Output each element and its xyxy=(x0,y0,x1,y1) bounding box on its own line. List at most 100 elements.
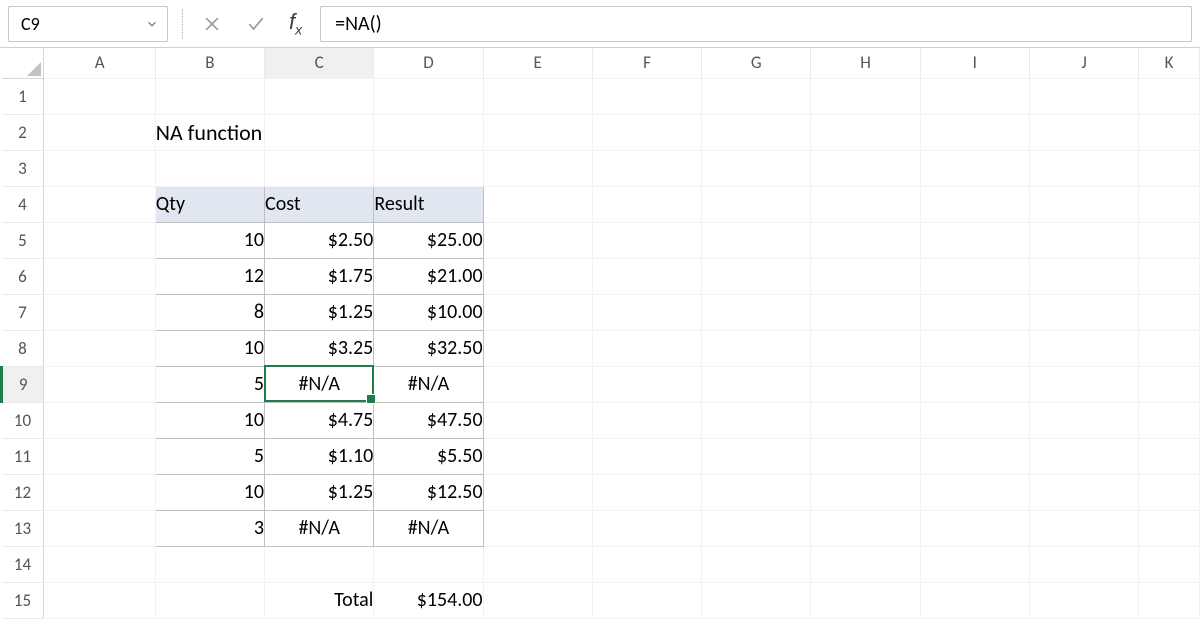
cell[interactable] xyxy=(44,150,155,186)
cell[interactable] xyxy=(483,258,592,294)
cell[interactable] xyxy=(44,402,155,438)
cell[interactable] xyxy=(483,330,592,366)
cell[interactable] xyxy=(483,510,592,546)
cell[interactable] xyxy=(702,222,811,258)
cell[interactable] xyxy=(920,546,1029,582)
cell[interactable] xyxy=(811,78,920,114)
cell[interactable] xyxy=(155,150,264,186)
cell[interactable] xyxy=(592,582,701,618)
cell[interactable] xyxy=(811,186,920,222)
row-header-15[interactable]: 15 xyxy=(2,582,44,618)
cell[interactable] xyxy=(920,438,1029,474)
cell[interactable] xyxy=(920,186,1029,222)
cell[interactable] xyxy=(702,510,811,546)
cell[interactable] xyxy=(702,582,811,618)
row-header-8[interactable]: 8 xyxy=(2,330,44,366)
cell[interactable] xyxy=(483,474,592,510)
cell[interactable] xyxy=(702,402,811,438)
cell[interactable] xyxy=(44,546,155,582)
cell[interactable] xyxy=(920,222,1029,258)
cell[interactable] xyxy=(44,366,155,402)
col-header-I[interactable]: I xyxy=(920,48,1029,78)
cost-cell[interactable]: $3.25 xyxy=(265,330,374,366)
cell[interactable] xyxy=(483,582,592,618)
row-header-5[interactable]: 5 xyxy=(2,222,44,258)
cell[interactable] xyxy=(592,510,701,546)
select-all-corner[interactable] xyxy=(2,48,44,78)
cell[interactable] xyxy=(702,330,811,366)
cell[interactable] xyxy=(702,186,811,222)
qty-cell[interactable]: 10 xyxy=(155,402,264,438)
cell[interactable] xyxy=(592,78,701,114)
cell[interactable] xyxy=(44,258,155,294)
cell[interactable] xyxy=(1139,402,1200,438)
row-header-10[interactable]: 10 xyxy=(2,402,44,438)
result-cell[interactable]: $21.00 xyxy=(374,258,483,294)
cell[interactable] xyxy=(1139,258,1200,294)
cost-cell[interactable]: $2.50 xyxy=(265,222,374,258)
cell[interactable] xyxy=(920,78,1029,114)
page-title[interactable]: NA function xyxy=(155,114,264,150)
qty-cell[interactable]: 8 xyxy=(155,294,264,330)
cell[interactable] xyxy=(1139,438,1200,474)
qty-cell[interactable]: 10 xyxy=(155,222,264,258)
cell[interactable] xyxy=(1029,438,1138,474)
qty-cell[interactable]: 10 xyxy=(155,330,264,366)
grid[interactable]: ABCDEFGHIJK 12NA function34QtyCostResult… xyxy=(0,48,1200,619)
cell[interactable] xyxy=(592,186,701,222)
qty-cell[interactable]: 10 xyxy=(155,474,264,510)
row-header-14[interactable]: 14 xyxy=(2,546,44,582)
cell[interactable] xyxy=(1029,582,1138,618)
cell[interactable] xyxy=(702,474,811,510)
row-header-3[interactable]: 3 xyxy=(2,150,44,186)
cell[interactable] xyxy=(265,546,374,582)
cell[interactable] xyxy=(592,474,701,510)
cell[interactable] xyxy=(811,438,920,474)
cell[interactable] xyxy=(811,366,920,402)
cell[interactable] xyxy=(1029,78,1138,114)
row-header-7[interactable]: 7 xyxy=(2,294,44,330)
cell[interactable] xyxy=(811,294,920,330)
cell[interactable] xyxy=(1139,294,1200,330)
cell[interactable] xyxy=(702,294,811,330)
cell[interactable] xyxy=(44,186,155,222)
col-header-A[interactable]: A xyxy=(44,48,155,78)
cell[interactable] xyxy=(920,330,1029,366)
col-header-B[interactable]: B xyxy=(155,48,264,78)
col-header-G[interactable]: G xyxy=(702,48,811,78)
cell[interactable] xyxy=(702,546,811,582)
cell[interactable] xyxy=(1139,78,1200,114)
cell[interactable] xyxy=(920,294,1029,330)
cell[interactable] xyxy=(920,258,1029,294)
row-header-2[interactable]: 2 xyxy=(2,114,44,150)
qty-cell[interactable]: 5 xyxy=(155,438,264,474)
cell[interactable] xyxy=(44,294,155,330)
cell[interactable] xyxy=(702,78,811,114)
cell[interactable] xyxy=(592,402,701,438)
confirm-button[interactable] xyxy=(241,9,271,39)
cell[interactable] xyxy=(702,258,811,294)
cell[interactable] xyxy=(483,546,592,582)
cell[interactable] xyxy=(1029,258,1138,294)
cell[interactable] xyxy=(44,222,155,258)
result-cell[interactable]: $32.50 xyxy=(374,330,483,366)
cost-cell[interactable]: $1.10 xyxy=(265,438,374,474)
cell[interactable] xyxy=(1029,150,1138,186)
cell[interactable] xyxy=(1139,474,1200,510)
col-header-H[interactable]: H xyxy=(811,48,920,78)
cell[interactable] xyxy=(1139,150,1200,186)
cell[interactable] xyxy=(44,78,155,114)
cell[interactable] xyxy=(1029,294,1138,330)
cell[interactable] xyxy=(374,546,483,582)
cell[interactable] xyxy=(1139,114,1200,150)
result-cell[interactable]: $5.50 xyxy=(374,438,483,474)
cell[interactable] xyxy=(44,510,155,546)
cell[interactable] xyxy=(920,114,1029,150)
row-header-9[interactable]: 9 xyxy=(2,366,44,402)
cell[interactable] xyxy=(44,438,155,474)
result-cell[interactable]: #N/A xyxy=(374,510,483,546)
row-header-6[interactable]: 6 xyxy=(2,258,44,294)
cell[interactable] xyxy=(702,438,811,474)
cell[interactable] xyxy=(44,474,155,510)
cell[interactable] xyxy=(811,330,920,366)
